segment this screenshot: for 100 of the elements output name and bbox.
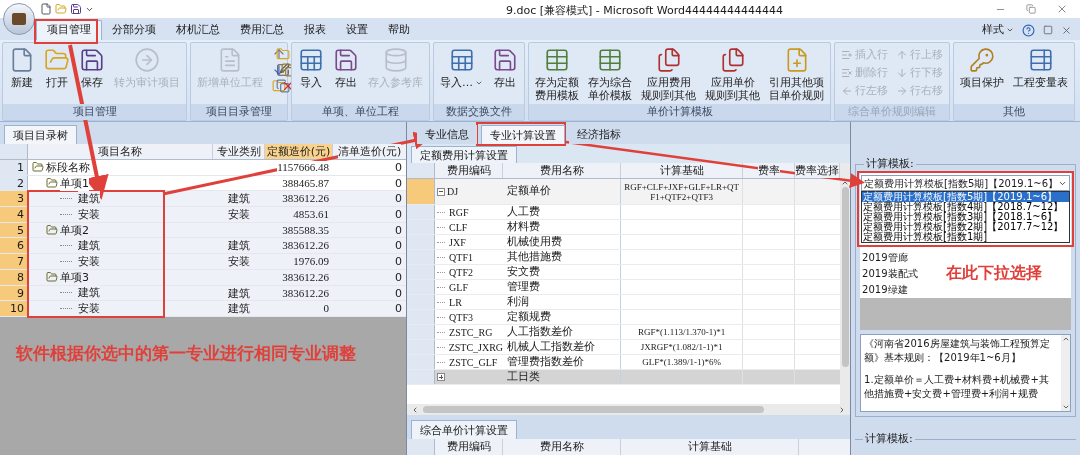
column-header[interactable]: 费率 xyxy=(757,163,780,178)
fee-row[interactable]: ZSTC_RG 人工指数差价 RGF*(1.113/1.370-1)*1 xyxy=(407,325,841,340)
ribbon-button[interactable]: 引用其他项 目单价规则 xyxy=(765,43,828,103)
ribbon-button[interactable]: 应用单价 规则到其他 xyxy=(701,43,764,103)
fee-row[interactable]: RGF 人工费 xyxy=(407,205,841,220)
tree-row[interactable]: 1 标段名称 1157666.48 0 xyxy=(0,160,407,176)
column-header[interactable]: 清单造价(元) xyxy=(337,144,402,159)
template-item[interactable]: 2019管廊 xyxy=(862,250,918,266)
tab[interactable]: 专业信息 xyxy=(417,125,478,144)
help-icon[interactable] xyxy=(1022,23,1035,37)
ribbon-button[interactable]: 存出 xyxy=(488,43,522,103)
scroll-up-icon[interactable] xyxy=(1061,335,1070,343)
fee-row[interactable]: JXF 机械使用费 xyxy=(407,235,841,250)
ribbon-button[interactable]: 工程变量表 xyxy=(1009,43,1072,103)
description-text: 1.定额单价＝人工费+材料费+机械费+其他措施费+安文费+管理费+利润+规费 xyxy=(864,373,1050,401)
tree-line xyxy=(60,245,72,247)
style-menu[interactable]: 样式 xyxy=(982,21,1014,39)
fee-name: 机械人工指数差价 xyxy=(507,338,596,355)
ribbon-button[interactable]: 应用费用 规则到其他 xyxy=(637,43,700,103)
fee-row[interactable]: QTF3 定额规费 xyxy=(407,310,841,325)
column-header[interactable]: 项目名称 xyxy=(28,144,213,159)
scroll-up-icon[interactable] xyxy=(841,179,850,187)
ribbon-button[interactable]: 导入 xyxy=(294,43,328,103)
panel-tab[interactable]: 项目目录树 xyxy=(4,125,77,144)
dropdown-option[interactable]: 定额费用计算模板[指数4期]【2018.7~12】 xyxy=(862,202,1069,212)
tree-row[interactable]: 6 建筑 建筑 383612.26 0 xyxy=(0,238,407,255)
ribbon-button[interactable]: 新建 xyxy=(5,43,39,103)
annotation-text: 在此下拉选择 xyxy=(946,261,1043,284)
close-icon[interactable] xyxy=(1061,24,1072,36)
template-dropdown[interactable]: 定额费用计算模板[指数5期]【2019.1~6】 xyxy=(861,175,1070,191)
close-icon[interactable] xyxy=(1056,3,1068,15)
menu-tab[interactable]: 分部分项 xyxy=(102,20,166,40)
column-header[interactable]: 费率选择 xyxy=(795,163,840,178)
column-header[interactable]: 费用名称 xyxy=(503,439,622,455)
ribbon-button[interactable]: 存为综合 单价模板 xyxy=(584,43,636,103)
tree-row[interactable]: 4 安装 安装 4853.61 0 xyxy=(0,207,407,223)
fee-row[interactable]: ZSTC_GLF 管理费指数差价 GLF*(1.389/1-1)*6% xyxy=(407,355,841,370)
fee-name: 工日类 xyxy=(507,368,541,385)
template-item[interactable]: 2019装配式 xyxy=(862,266,918,282)
section-tab[interactable]: 综合单价计算设置 xyxy=(411,420,518,439)
edit-icon[interactable] xyxy=(276,63,291,77)
scrollbar[interactable] xyxy=(1061,335,1070,411)
column-header[interactable]: 计算基础 xyxy=(621,439,800,455)
menu-tab[interactable]: 设置 xyxy=(336,20,378,40)
dropdown-option[interactable]: 定额费用计算模板[指数1期] xyxy=(862,232,1069,242)
ribbon-button[interactable]: 保存 xyxy=(75,43,109,103)
ribbon-button[interactable]: 项目保护 xyxy=(956,43,1008,103)
fee-row[interactable]: QTF2 安文费 xyxy=(407,265,841,280)
menu-tab[interactable]: 费用汇总 xyxy=(230,20,294,40)
menu-tab[interactable]: 材机汇总 xyxy=(166,20,230,40)
scroll-down-icon[interactable] xyxy=(1061,403,1070,411)
ribbon-button[interactable]: 存为定额 费用模板 xyxy=(531,43,583,103)
restore-icon[interactable] xyxy=(1043,25,1053,35)
tree-line xyxy=(437,271,446,273)
row-number: 3 xyxy=(0,191,28,207)
fee-code: RGF xyxy=(449,205,469,220)
tree-row[interactable]: 7 安装 安装 1976.09 0 xyxy=(0,254,407,270)
table-cell: 0 xyxy=(395,223,403,237)
dropdown-option[interactable]: 定额费用计算模板[指数2期]【2017.7~12】 xyxy=(862,222,1069,232)
fee-row[interactable]: 工日类 xyxy=(407,370,841,385)
ribbon-group-label: 项目目录管理 xyxy=(191,104,287,120)
fee-row[interactable]: DJ 定额单价 RGF+CLF+JXF+GLF+LR+QTF1+QTF2+QTF3 xyxy=(407,179,841,205)
folder-icon[interactable] xyxy=(272,79,286,93)
tree-line xyxy=(60,308,72,310)
document-icon[interactable] xyxy=(40,3,52,15)
column-header[interactable]: 计算基础 xyxy=(659,163,704,178)
fee-row[interactable]: LR 利润 xyxy=(407,295,841,310)
scrollbar[interactable] xyxy=(407,404,851,415)
tree-row[interactable]: 3 建筑 建筑 383612.26 0 xyxy=(0,191,407,208)
fee-code: LR xyxy=(449,295,462,310)
copy-icon[interactable] xyxy=(276,79,291,93)
collapse-icon[interactable] xyxy=(437,187,446,196)
annotation-frame xyxy=(34,19,98,44)
section-tab[interactable]: 定额费用计算设置 xyxy=(411,146,518,163)
row-number: 1 xyxy=(0,160,28,175)
restore-icon[interactable] xyxy=(1026,4,1036,14)
table-cell: 0 xyxy=(395,239,403,253)
ribbon-button[interactable]: 打开 xyxy=(40,43,74,103)
column-header[interactable]: 费用名称 xyxy=(539,163,584,178)
arrow-up-icon[interactable] xyxy=(272,47,286,61)
dropdown-option[interactable]: 定额费用计算模板[指数5期]【2019.1~6】 xyxy=(862,192,1069,202)
expand-icon[interactable] xyxy=(437,373,446,381)
column-header[interactable]: 费用编码 xyxy=(446,163,491,178)
ribbon-button[interactable]: 导入… xyxy=(436,43,487,103)
fee-row[interactable]: ZSTC_JXRG 机械人工指数差价 JXRGF*(1.082/1-1)*1 xyxy=(407,340,841,355)
tab[interactable]: 专业计算设置 xyxy=(481,125,566,144)
scrollbar[interactable] xyxy=(840,163,851,404)
menu-tab[interactable]: 帮助 xyxy=(378,20,420,40)
fee-row[interactable]: QTF1 其他措施费 xyxy=(407,250,841,265)
column-header[interactable]: 费用编码 xyxy=(435,439,504,455)
folder-icon[interactable] xyxy=(276,47,291,61)
dropdown-option[interactable]: 定额费用计算模板[指数3期]【2018.1~6】 xyxy=(862,212,1069,222)
menu-tab[interactable]: 报表 xyxy=(294,20,336,40)
fee-row[interactable]: CLF 材料费 xyxy=(407,220,841,235)
ribbon-button[interactable]: 存出 xyxy=(329,43,363,103)
tree-label: 安装 xyxy=(78,301,100,317)
tree-row[interactable]: 10 安装 建筑 0 0 xyxy=(0,301,407,317)
column-header[interactable]: 定额造价(元) xyxy=(265,144,333,159)
fee-row[interactable]: GLF 管理费 xyxy=(407,280,841,295)
template-item[interactable]: 2019绿建 xyxy=(862,282,918,298)
